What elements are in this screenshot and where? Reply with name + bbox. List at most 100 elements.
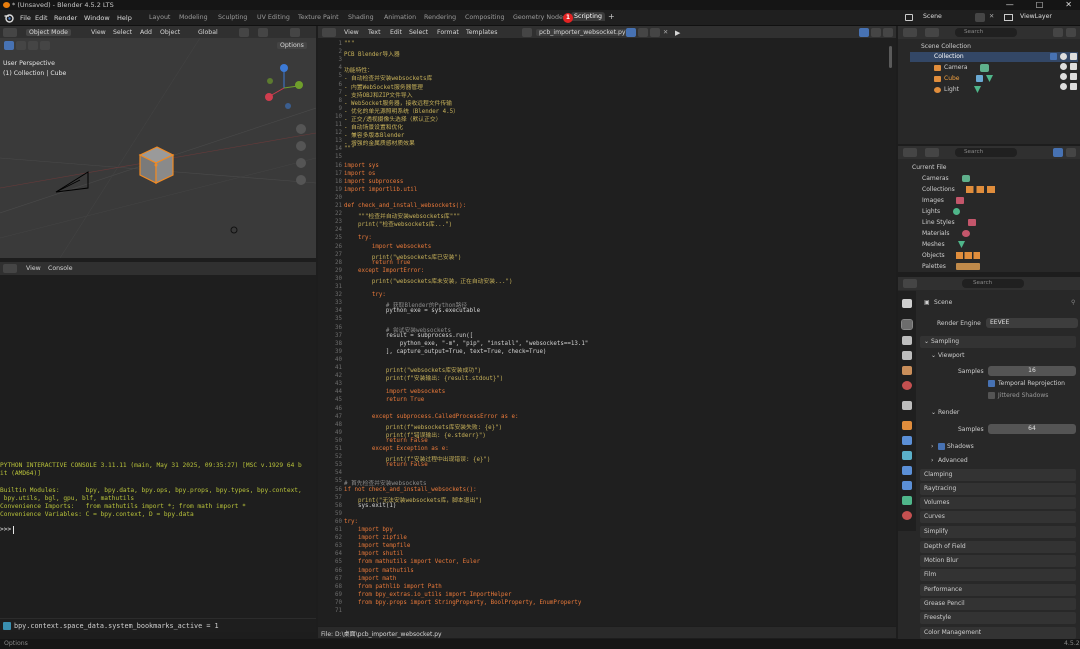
- text-editor-type-icon[interactable]: [322, 28, 336, 37]
- code-line[interactable]: PCB Blender导入器: [344, 49, 400, 58]
- code-line[interactable]: python_exe = sys.executable: [344, 308, 480, 314]
- console-menu-console[interactable]: Console: [48, 265, 73, 272]
- editor-menu-view[interactable]: View: [344, 29, 359, 36]
- eye-icon[interactable]: [1060, 63, 1067, 70]
- sampling-header[interactable]: ⌄: [924, 338, 929, 345]
- transform-orientation-dropdown[interactable]: Global: [198, 29, 218, 36]
- outliner-cube[interactable]: Cube: [944, 75, 960, 82]
- shadows-title[interactable]: Shadows: [947, 443, 974, 450]
- outliner-light[interactable]: Light: [944, 86, 959, 93]
- pan-hand-icon[interactable]: [296, 141, 306, 151]
- code-line[interactable]: print(f"安装输出: {result.stdout}"): [344, 373, 503, 382]
- render-camera-icon[interactable]: [1070, 63, 1077, 70]
- code-line[interactable]: from bpy_extras.io_utils import ImportHe…: [344, 592, 512, 598]
- browser-item-lights[interactable]: Lights: [922, 208, 940, 215]
- object-tab-icon[interactable]: [902, 421, 912, 430]
- tab-texture-paint[interactable]: Texture Paint: [298, 14, 339, 21]
- code-line[interactable]: return True: [344, 260, 410, 266]
- code-line[interactable]: import shutil: [344, 551, 403, 557]
- editor-menu-text[interactable]: Text: [368, 29, 381, 36]
- maximize-button[interactable]: □: [1036, 0, 1044, 9]
- jittered-shadows-checkbox[interactable]: [988, 392, 995, 399]
- browser-filter-icon[interactable]: [1053, 148, 1063, 157]
- render-camera-icon[interactable]: [1070, 73, 1077, 80]
- eye-icon[interactable]: [1060, 53, 1067, 60]
- output-tab-icon[interactable]: [902, 336, 912, 345]
- data-tab-icon[interactable]: [902, 496, 912, 505]
- camera-object[interactable]: [52, 166, 94, 196]
- menu-window[interactable]: Window: [84, 14, 110, 22]
- word-wrap-toggle-icon[interactable]: [871, 28, 881, 37]
- code-line[interactable]: except ImportError:: [344, 268, 424, 274]
- advanced-toggle[interactable]: ›: [931, 457, 933, 464]
- console-editor-type-icon[interactable]: [3, 264, 17, 273]
- code-line[interactable]: python_exe, "-m", "pip", "install", "web…: [344, 341, 588, 347]
- code-line[interactable]: from bpy.props import StringProperty, Bo…: [344, 600, 581, 606]
- pin-icon[interactable]: ⚲: [1071, 299, 1075, 306]
- run-script-button[interactable]: ▶: [675, 29, 680, 37]
- render-samples-field[interactable]: 64: [988, 424, 1076, 434]
- code-line[interactable]: import bpy: [344, 527, 393, 533]
- browser-editor-type-icon[interactable]: [903, 148, 917, 157]
- properties-section-film[interactable]: [920, 569, 1076, 581]
- collection-exclude-checkbox[interactable]: [1050, 53, 1057, 60]
- text-file-name[interactable]: pcb_importer_websocket.py: [536, 29, 629, 36]
- code-line[interactable]: - 增强的金属质感材质效果: [344, 138, 415, 147]
- fake-user-shield-icon[interactable]: [626, 28, 636, 37]
- tab-layout[interactable]: Layout: [149, 14, 170, 21]
- render-engine-dropdown[interactable]: EEVEE: [986, 318, 1078, 328]
- outliner-camera[interactable]: Camera: [944, 64, 968, 71]
- add-workspace-button[interactable]: +: [608, 12, 615, 21]
- line-numbers-toggle-icon[interactable]: [859, 28, 869, 37]
- code-line[interactable]: try:: [344, 519, 358, 525]
- world-tab-icon[interactable]: [902, 381, 912, 390]
- browser-search-input[interactable]: Search: [955, 148, 1017, 157]
- code-line[interactable]: import mathutils: [344, 568, 414, 574]
- browser-item-objects[interactable]: Objects: [922, 252, 945, 259]
- code-line[interactable]: import os: [344, 171, 375, 177]
- code-line[interactable]: print("检查websockets库..."): [344, 219, 452, 228]
- view-layer-selector[interactable]: ViewLayer: [1020, 13, 1052, 20]
- collection-tab-icon[interactable]: [902, 401, 912, 410]
- view-layer-tab-icon[interactable]: [902, 351, 912, 360]
- code-line[interactable]: try:: [344, 292, 386, 298]
- python-console[interactable]: PYTHON INTERACTIVE CONSOLE 3.11.11 (main…: [0, 275, 316, 630]
- code-line[interactable]: ], capture_output=True, text=True, check…: [344, 349, 547, 355]
- code-line[interactable]: import tempfile: [344, 543, 410, 549]
- viewport-menu-view[interactable]: View: [91, 29, 106, 36]
- scene-selector[interactable]: Scene: [923, 13, 942, 20]
- render-subpanel-title[interactable]: Render: [938, 409, 959, 416]
- unlink-text-icon[interactable]: ✕: [663, 29, 668, 36]
- render-camera-icon[interactable]: [1070, 83, 1077, 90]
- remove-scene-icon[interactable]: ✕: [989, 13, 994, 20]
- menu-edit[interactable]: Edit: [35, 14, 48, 22]
- editor-type-icon[interactable]: [3, 28, 17, 37]
- blend-file-browser[interactable]: Search Current File Cameras Collections …: [898, 146, 1080, 272]
- close-button[interactable]: ✕: [1065, 0, 1072, 9]
- cube-object[interactable]: [135, 145, 177, 187]
- tab-geometry-nodes[interactable]: Geometry Nodes: [513, 14, 566, 21]
- text-editor[interactable]: 1 """ 2 PCB Blender导入器 3 4 功能特性： 5- 自动检查并安装webs…: [318, 38, 896, 626]
- code-line[interactable]: """: [344, 146, 354, 152]
- tab-sculpting[interactable]: Sculpting: [218, 14, 247, 21]
- code-line[interactable]: """: [344, 41, 354, 47]
- code-line[interactable]: result = subprocess.run([: [344, 333, 473, 339]
- display-mode-icon[interactable]: [925, 28, 939, 37]
- menu-file[interactable]: File: [20, 14, 31, 22]
- new-collection-icon[interactable]: [1066, 28, 1076, 37]
- tool-tab-icon[interactable]: [902, 299, 912, 308]
- code-line[interactable]: print("websockets库未安装，正在自动安装..."): [344, 276, 513, 285]
- tab-compositing[interactable]: Compositing: [465, 14, 504, 21]
- properties-editor-type-icon[interactable]: [903, 279, 917, 288]
- code-line[interactable]: try:: [344, 235, 372, 241]
- open-folder-icon[interactable]: [650, 28, 660, 37]
- code-line[interactable]: if not check_and_install_websockets():: [344, 487, 477, 493]
- tab-modeling[interactable]: Modeling: [179, 14, 208, 21]
- outliner[interactable]: Search Scene Collection Collection Camer…: [898, 26, 1080, 144]
- code-line[interactable]: from mathutils import Vector, Euler: [344, 559, 480, 565]
- browser-item-meshes[interactable]: Meshes: [922, 241, 945, 248]
- code-line[interactable]: import websockets: [344, 389, 445, 395]
- menu-help[interactable]: Help: [117, 14, 132, 22]
- outliner-search-input[interactable]: Search: [955, 28, 1017, 37]
- code-line[interactable]: import subprocess: [344, 179, 403, 185]
